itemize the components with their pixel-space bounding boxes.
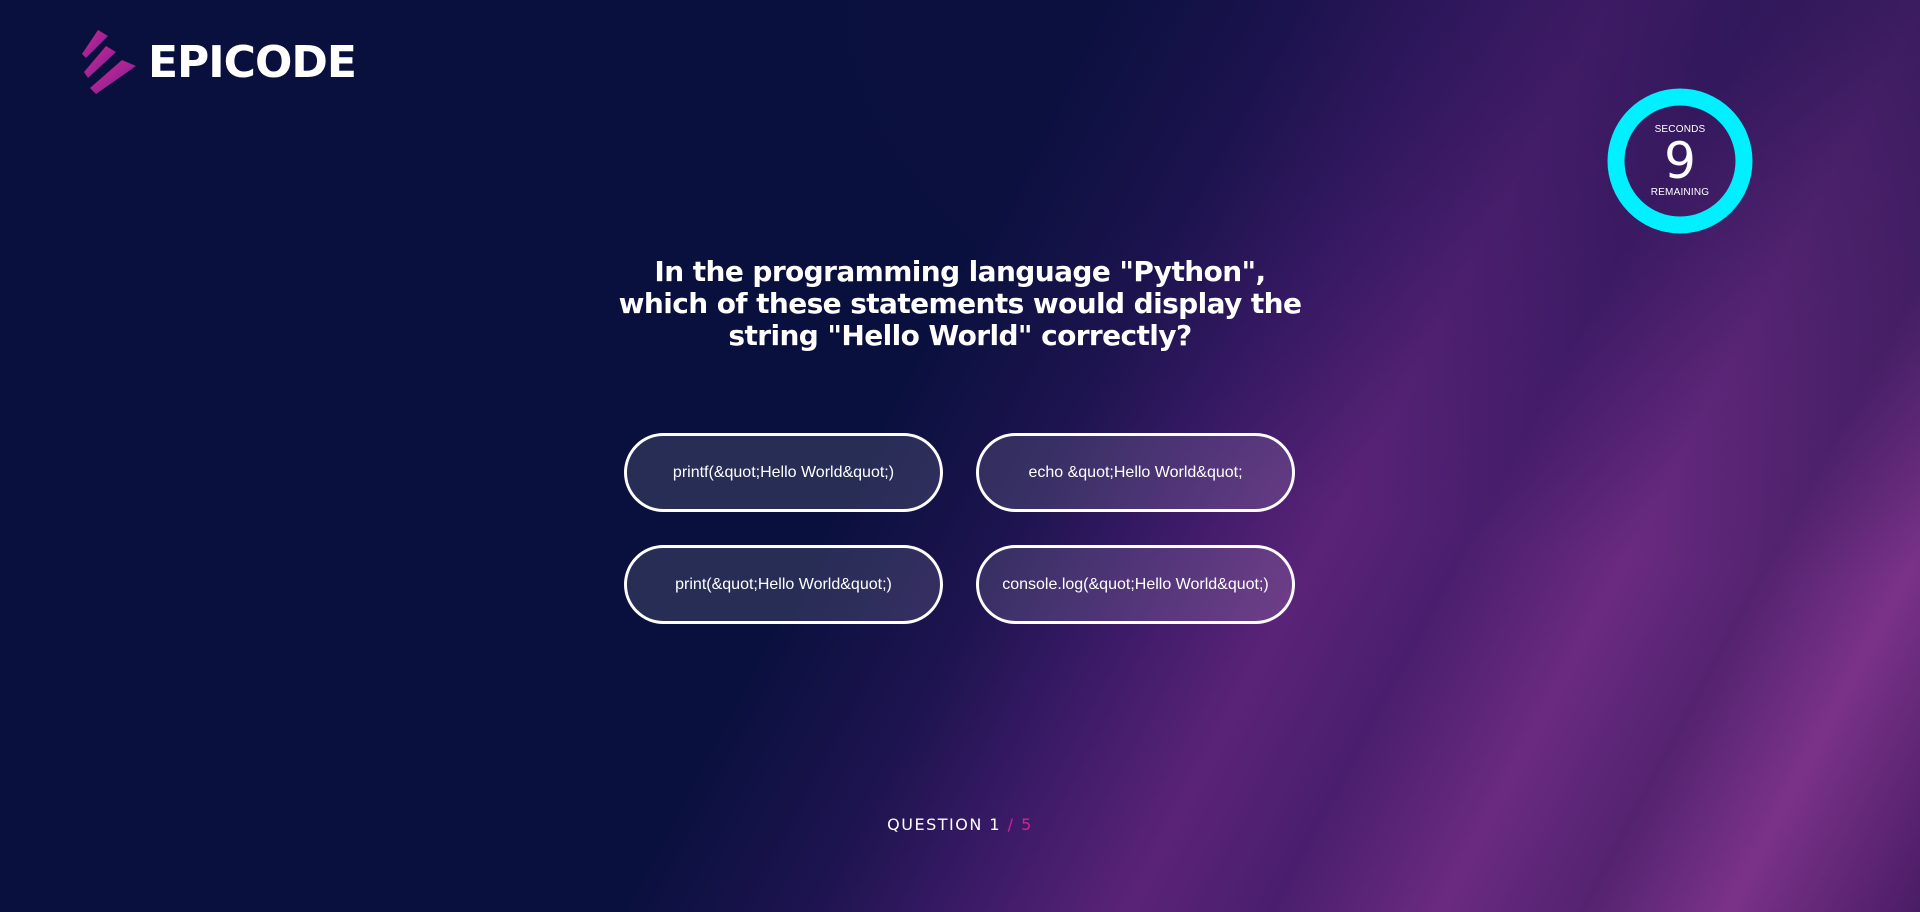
answer-grid: printf(&quot;Hello World&quot;) echo &qu… [624, 433, 1296, 624]
timer-bottom-label: REMAINING [1650, 187, 1710, 198]
question-counter: QUESTION 1 / 5 [0, 815, 1920, 834]
counter-prefix: QUESTION [887, 815, 983, 834]
epicode-stripes-icon [82, 30, 136, 94]
answer-button-3[interactable]: print(&quot;Hello World&quot;) [624, 545, 943, 624]
answer-button-2[interactable]: echo &quot;Hello World&quot; [976, 433, 1295, 512]
brand-logo[interactable]: EPICODE [82, 30, 357, 94]
counter-current: 1 [989, 815, 1002, 834]
answer-button-4[interactable]: console.log(&quot;Hello World&quot;) [976, 545, 1295, 624]
brand-name: EPICODE [148, 36, 357, 88]
question-text: In the programming language "Python", wh… [618, 255, 1302, 352]
countdown-timer: SECONDS 9 REMAINING [1607, 88, 1753, 234]
timer-value: 9 [1664, 132, 1696, 190]
answer-button-1[interactable]: printf(&quot;Hello World&quot;) [624, 433, 943, 512]
counter-total: / 5 [1007, 815, 1033, 834]
